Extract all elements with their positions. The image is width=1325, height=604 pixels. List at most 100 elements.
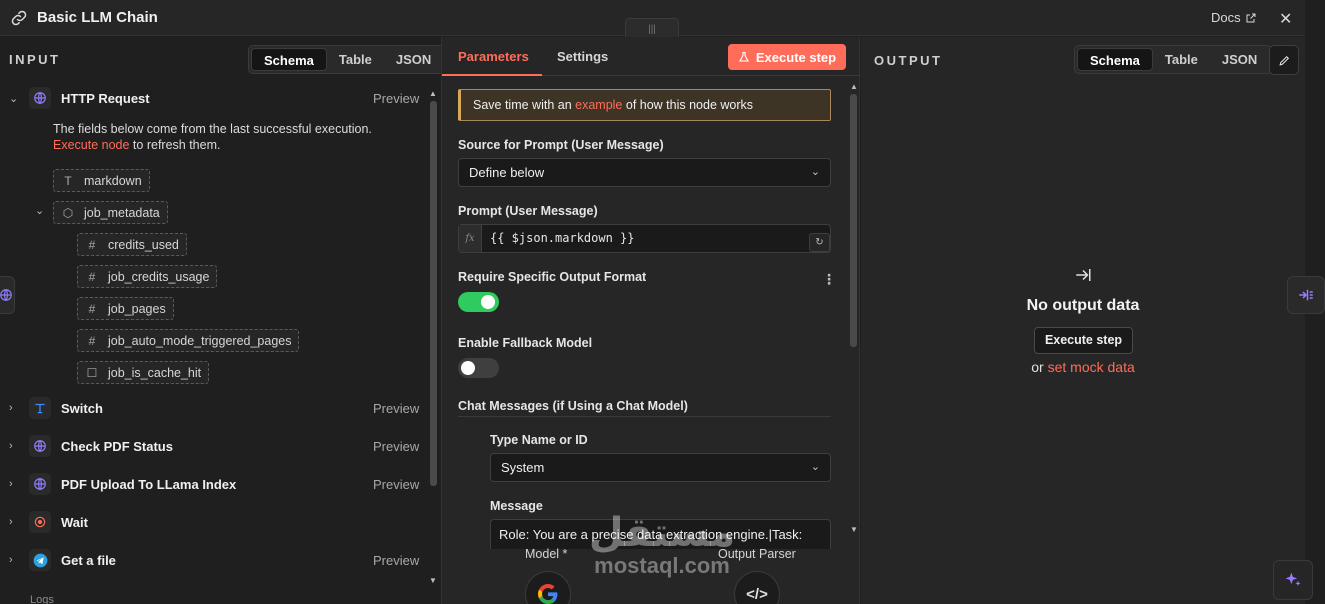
type-name-select[interactable]: System ⌄ — [490, 453, 831, 482]
source-prompt-select[interactable]: Define below ⌄ — [458, 158, 831, 187]
output-parser-node-icon — [1299, 289, 1313, 301]
schema-field[interactable]: # credits_used — [77, 233, 187, 256]
flask-icon — [738, 51, 749, 62]
prompt-expression-value: {{ $json.markdown }} — [490, 231, 635, 245]
chevron-right-icon[interactable]: › — [9, 554, 19, 566]
node-name: HTTP Request — [61, 90, 150, 106]
fallback-model-toggle[interactable] — [458, 358, 499, 378]
set-mock-data-link[interactable]: set mock data — [1048, 359, 1135, 375]
schema-field[interactable]: ⬡ job_metadata — [53, 201, 168, 224]
input-node-switch[interactable]: › Switch Preview — [0, 393, 430, 423]
wait-icon — [29, 511, 51, 533]
watermark-latin: mostaql.com — [594, 553, 730, 578]
chevron-down-icon[interactable]: ⌄ — [35, 204, 44, 217]
output-label: OUTPUT — [874, 53, 943, 68]
input-tab-schema[interactable]: Schema — [251, 48, 327, 71]
more-options-icon[interactable]: ⋮ — [822, 271, 836, 288]
model-connector[interactable] — [525, 571, 571, 604]
tab-parameters[interactable]: Parameters — [458, 49, 529, 64]
chevron-down-icon[interactable]: ⌄ — [9, 92, 19, 105]
edit-output-button[interactable] — [1269, 45, 1299, 75]
switch-icon — [29, 397, 51, 419]
object-type-icon: ⬡ — [62, 205, 74, 220]
number-type-icon: # — [88, 237, 96, 252]
require-format-toggle[interactable] — [458, 292, 499, 312]
execute-node-link[interactable]: Execute node — [53, 138, 129, 152]
example-link[interactable]: example — [575, 98, 622, 112]
side-node-button-right[interactable] — [1287, 276, 1325, 314]
input-label: INPUT — [9, 52, 61, 67]
execute-step-button[interactable]: Execute step — [728, 44, 846, 70]
close-icon[interactable]: ✕ — [1279, 9, 1292, 29]
preview-link[interactable]: Preview — [373, 553, 419, 568]
number-type-icon: # — [88, 333, 96, 348]
text-type-icon: T — [64, 173, 72, 188]
schema-field[interactable]: # job_credits_usage — [77, 265, 218, 288]
input-panel: INPUT Schema Table JSON ⌄ HTTP Request P… — [0, 37, 447, 604]
input-scrollbar[interactable] — [430, 101, 437, 486]
chevron-right-icon[interactable]: › — [9, 516, 19, 528]
node-name: Wait — [61, 514, 88, 530]
output-tab-schema[interactable]: Schema — [1077, 48, 1153, 71]
node-name: Switch — [61, 400, 103, 416]
node-name: Get a file — [61, 552, 116, 568]
globe-icon — [29, 435, 51, 457]
sparkle-icon — [1285, 572, 1301, 586]
watermark: مستقل mostaql.com — [582, 513, 742, 577]
side-node-button-left[interactable] — [0, 276, 15, 314]
schema-field[interactable]: T markdown — [53, 169, 150, 192]
active-tab-indicator — [442, 74, 542, 76]
chevron-right-icon[interactable]: › — [9, 402, 19, 414]
prompt-label: Prompt (User Message) — [458, 204, 598, 218]
docs-link[interactable]: Docs — [1211, 10, 1257, 25]
input-tab-table[interactable]: Table — [327, 48, 384, 71]
output-tab-table[interactable]: Table — [1153, 48, 1210, 71]
input-node-http-request[interactable]: ⌄ HTTP Request Preview — [0, 83, 430, 113]
chevron-down-icon: ⌄ — [810, 461, 820, 473]
ai-assistant-button[interactable] — [1273, 560, 1313, 600]
scroll-up-arrow[interactable]: ▲ — [429, 89, 437, 98]
expression-fx-icon: fx — [459, 225, 482, 252]
boolean-type-icon: ☐ — [86, 365, 98, 380]
source-prompt-label: Source for Prompt (User Message) — [458, 138, 664, 152]
window-title: Basic LLM Chain — [37, 9, 158, 26]
telegram-icon — [29, 549, 51, 571]
input-node-check-pdf-status[interactable]: › Check PDF Status Preview — [0, 431, 430, 461]
input-node-pdf-upload[interactable]: › PDF Upload To LLama Index Preview — [0, 469, 430, 499]
require-format-label: Require Specific Output Format — [458, 270, 647, 284]
code-brackets-icon: </> — [746, 585, 768, 603]
number-type-icon: # — [88, 301, 96, 316]
preview-link[interactable]: Preview — [373, 439, 419, 454]
tab-settings[interactable]: Settings — [557, 49, 608, 64]
input-node-wait[interactable]: › Wait — [0, 507, 430, 537]
output-execute-step-button[interactable]: Execute step — [1034, 327, 1133, 354]
scroll-up-arrow[interactable]: ▲ — [850, 82, 858, 91]
example-banner: Save time with an example of how this no… — [458, 89, 831, 121]
schema-info-text: The fields below come from the last succ… — [53, 122, 372, 152]
pencil-icon — [1278, 55, 1289, 66]
chevron-right-icon[interactable]: › — [9, 478, 19, 490]
schema-field[interactable]: # job_pages — [77, 297, 174, 320]
prompt-expression-field[interactable]: fx {{ $json.markdown }} ↻ — [458, 224, 831, 253]
preview-link[interactable]: Preview — [373, 477, 419, 492]
input-tab-json[interactable]: JSON — [384, 48, 443, 71]
output-panel: OUTPUT Schema Table JSON No output data … — [861, 37, 1305, 604]
no-output-icon-wrap — [861, 266, 1305, 287]
scroll-down-arrow[interactable]: ▼ — [429, 576, 437, 585]
section-divider — [458, 416, 831, 417]
no-output-title: No output data — [1026, 297, 1140, 314]
preview-link[interactable]: Preview — [373, 91, 419, 106]
schema-field[interactable]: # job_auto_mode_triggered_pages — [77, 329, 300, 352]
node-name: PDF Upload To LLama Index — [61, 476, 237, 492]
input-node-get-a-file[interactable]: › Get a file Preview — [0, 545, 430, 575]
params-scrollbar[interactable] — [850, 94, 857, 347]
mock-data-line: or set mock data — [1031, 359, 1135, 375]
open-expression-icon[interactable]: ↻ — [809, 233, 830, 252]
preview-link[interactable]: Preview — [373, 401, 419, 416]
scroll-down-arrow[interactable]: ▼ — [850, 525, 858, 534]
output-tab-json[interactable]: JSON — [1210, 48, 1269, 71]
arrow-right-to-line-icon — [1076, 269, 1091, 281]
logs-tab[interactable]: Logs — [30, 594, 54, 604]
chevron-right-icon[interactable]: › — [9, 440, 19, 452]
schema-field[interactable]: ☐ job_is_cache_hit — [77, 361, 210, 384]
